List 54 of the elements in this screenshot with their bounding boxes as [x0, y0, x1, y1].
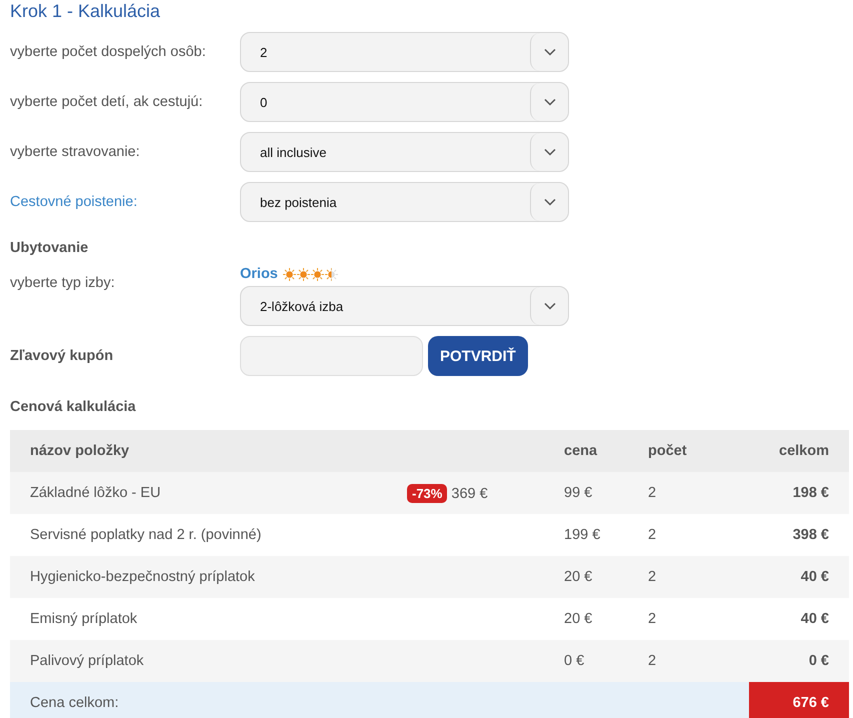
select-field[interactable]: bez poistenia: [240, 182, 569, 222]
column-header: celkom: [779, 443, 829, 459]
total-label: Cena celkom:: [30, 695, 119, 711]
item-name: Emisný príplatok: [30, 611, 138, 627]
select-field[interactable]: all inclusive: [240, 132, 569, 172]
field-label: Zľavový kupón: [10, 348, 114, 364]
count: 2: [648, 653, 656, 669]
section-title: Ubytovanie: [10, 240, 88, 256]
item-name: Základné lôžko - EU: [30, 485, 161, 501]
column-header: počet: [648, 443, 687, 459]
column-header: názov položky: [30, 443, 130, 459]
price: 0 €: [564, 653, 584, 669]
price: 20 €: [564, 569, 592, 585]
chevron-down-icon: [544, 302, 556, 310]
total-price: 676 €: [749, 682, 849, 718]
price: 20 €: [564, 611, 592, 627]
chevron-down-icon: [544, 98, 556, 106]
hotel-name[interactable]: Orios: [240, 266, 278, 282]
chevron-down-icon: [544, 198, 556, 206]
confirm-button[interactable]: POTVRDIŤ: [428, 336, 528, 376]
select-field[interactable]: 2: [240, 32, 569, 72]
field-label: vyberte stravovanie:: [10, 144, 141, 160]
discount-badge: -73%: [407, 484, 448, 502]
field-label: vyberte počet dospelých osôb:: [10, 44, 207, 60]
sun-star-icon: [282, 268, 296, 280]
row-total: 0 €: [808, 653, 829, 669]
field-label: vyberte počet detí, ak cestujú:: [10, 94, 204, 110]
select-field[interactable]: 0: [240, 82, 569, 122]
row-total: 198 €: [792, 485, 829, 501]
old-price: 369 €: [451, 486, 488, 502]
price: 99 €: [564, 485, 592, 501]
sun-star-icon: [324, 268, 338, 280]
price: 199 €: [564, 527, 600, 543]
coupon-field[interactable]: [240, 336, 423, 376]
select-field[interactable]: 2-lôžková izba: [240, 286, 569, 326]
count: 2: [648, 527, 656, 543]
row-total: 40 €: [800, 569, 829, 585]
row-total: 40 €: [800, 611, 829, 627]
section-title: Cenová kalkulácia: [10, 399, 136, 415]
row-total: 398 €: [792, 527, 829, 543]
field-label: vyberte typ izby:: [10, 274, 116, 293]
page-heading: Krok 1 - Kalkulácia: [10, 0, 160, 22]
item-name: Servisné poplatky nad 2 r. (povinné): [30, 527, 262, 543]
chevron-down-icon: [544, 148, 556, 156]
field-label: Cestovné poistenie:: [10, 194, 138, 210]
count: 2: [648, 611, 656, 627]
count: 2: [648, 485, 656, 501]
column-header: cena: [564, 443, 598, 459]
count: 2: [648, 569, 656, 585]
sun-star-icon: [310, 268, 324, 280]
sun-star-icon: [296, 268, 310, 280]
item-name: Hygienicko-bezpečnostný príplatok: [30, 569, 255, 585]
item-name: Palivový príplatok: [30, 653, 144, 669]
chevron-down-icon: [544, 48, 556, 56]
